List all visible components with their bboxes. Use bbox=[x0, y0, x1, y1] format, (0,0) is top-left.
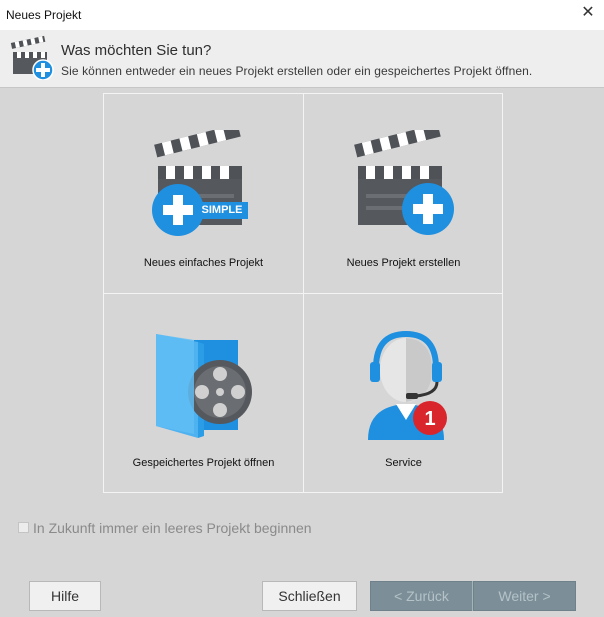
tile-open-saved-project[interactable]: Gespeichertes Projekt öffnen bbox=[104, 294, 303, 493]
empty-project-checkbox-label: In Zukunft immer ein leeres Projekt begi… bbox=[33, 520, 312, 536]
dialog-header: Was möchten Sie tun? Sie können entweder… bbox=[0, 30, 604, 88]
dialog-subheading: Sie können entweder ein neues Projekt er… bbox=[61, 64, 533, 78]
title-bar: Neues Projekt ✕ bbox=[0, 0, 604, 30]
tile-label: Neues einfaches Projekt bbox=[143, 257, 264, 269]
film-reel-folder-icon bbox=[156, 334, 252, 438]
help-button[interactable]: Hilfe bbox=[29, 581, 101, 611]
tile-label: Service bbox=[385, 457, 422, 469]
tile-label: Neues Projekt erstellen bbox=[346, 257, 461, 269]
close-icon[interactable]: ✕ bbox=[580, 5, 596, 21]
tile-new-project[interactable]: Neues Projekt erstellen bbox=[304, 94, 503, 293]
clapperboard-plus-icon bbox=[10, 35, 54, 80]
tile-label: Gespeichertes Projekt öffnen bbox=[132, 457, 275, 469]
next-button[interactable]: Weiter > bbox=[473, 581, 576, 611]
back-button[interactable]: < Zurück bbox=[370, 581, 473, 611]
empty-project-checkbox[interactable] bbox=[18, 522, 29, 533]
project-options-grid: SIMPLE Neues einfaches Projekt Neues Pro… bbox=[103, 93, 503, 493]
window-title: Neues Projekt bbox=[6, 8, 82, 22]
tile-new-simple-project[interactable]: SIMPLE Neues einfaches Projekt bbox=[104, 94, 303, 293]
clapperboard-plus-icon bbox=[354, 130, 454, 235]
clapperboard-plus-simple-icon bbox=[152, 130, 248, 236]
close-button[interactable]: Schließen bbox=[262, 581, 357, 611]
dialog-heading: Was möchten Sie tun? bbox=[61, 42, 212, 59]
service-notification-badge: 1 bbox=[424, 408, 436, 430]
simple-badge: SIMPLE bbox=[201, 204, 243, 216]
tile-service[interactable]: 1 Service bbox=[304, 294, 503, 493]
